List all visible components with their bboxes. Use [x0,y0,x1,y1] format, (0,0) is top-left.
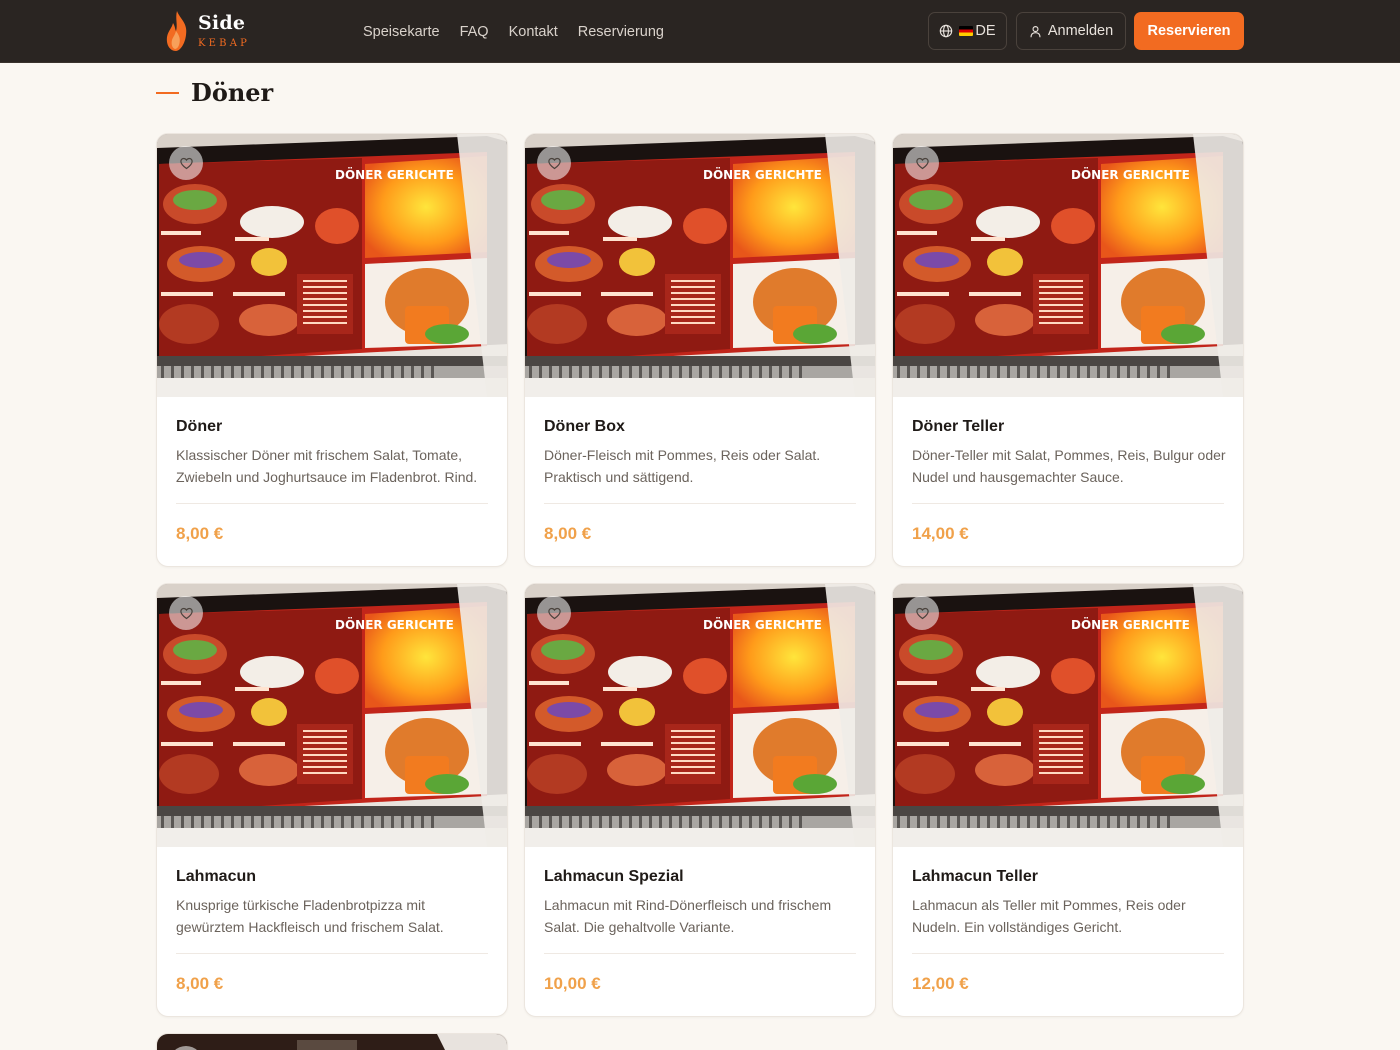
heart-icon [179,157,193,169]
nav-kontakt[interactable]: Kontakt [509,24,558,40]
item-price: 8,00 € [176,524,224,543]
menu-card[interactable]: DÖNER GERICHTE [524,133,876,567]
nav-reservierung[interactable]: Reservierung [578,24,664,40]
flame-icon [166,11,187,51]
item-name: Lahmacun Teller [912,868,1038,885]
item-description: Klassischer Döner mit frischem Salat, To… [176,447,478,485]
heart-icon [179,607,193,619]
item-price: 8,00 € [176,974,224,993]
reserve-button[interactable]: Reservieren [1134,12,1244,50]
item-price: 10,00 € [544,974,601,993]
heart-icon [547,607,561,619]
card-divider [176,503,488,504]
signage-heading: DÖNER GERICHTE [1071,167,1190,182]
signage-heading: DÖNER GERICHTE [1071,617,1190,632]
nav-speisekarte[interactable]: Speisekarte [363,24,440,40]
section-title: Döner [191,78,274,107]
nav-faq[interactable]: FAQ [460,24,489,40]
language-label: DE [975,23,996,39]
main-nav: Speisekarte FAQ Kontakt Reservierung [363,0,684,63]
signage-heading: DÖNER GERICHTE [335,617,454,632]
card-divider [912,503,1224,504]
menu-card-partial[interactable] [156,1033,508,1050]
item-description: Döner-Teller mit Salat, Pommes, Reis, Bu… [912,447,1226,485]
menu-card[interactable]: DÖNER GERICHTE [524,583,876,1017]
german-flag-icon [959,26,974,36]
item-description: Knusprige türkische Fladenbrotpizza mit … [176,897,444,935]
user-icon [1030,25,1041,37]
card-divider [544,953,856,954]
section-accent-line [156,92,179,94]
item-name: Döner Box [544,418,625,435]
food-photo: DÖNER GERICHTE [525,584,875,847]
item-description: Lahmacun als Teller mit Pommes, Reis ode… [912,897,1186,935]
food-photo: DÖNER GERICHTE [157,584,507,847]
food-photo [157,1034,507,1050]
brand-logo[interactable]: Side KEBAP [164,8,264,54]
heart-icon [915,157,929,169]
food-photo: DÖNER GERICHTE [157,134,507,397]
globe-icon [940,24,953,38]
item-price: 8,00 € [544,524,592,543]
card-divider [176,953,488,954]
food-photo: DÖNER GERICHTE [525,134,875,397]
login-button[interactable]: Anmelden [1016,12,1126,50]
heart-icon [915,607,929,619]
favorite-button[interactable] [169,146,203,180]
favorite-button[interactable] [537,146,571,180]
language-selector[interactable]: DE [928,12,1007,50]
item-name: Döner [176,418,223,435]
item-name: Lahmacun Spezial [544,868,684,885]
food-photo: DÖNER GERICHTE [893,134,1243,397]
menu-card[interactable]: DÖNER GERICHTE [156,583,508,1017]
item-name: Döner Teller [912,418,1005,435]
top-navbar: Side KEBAP Speisekarte FAQ Kontakt Reser… [0,0,1400,63]
menu-card[interactable]: DÖNER GERICHTE [892,583,1244,1017]
login-label: Anmelden [1047,23,1114,39]
signage-heading: DÖNER GERICHTE [703,167,822,182]
favorite-button[interactable] [537,596,571,630]
menu-card[interactable]: DÖNER GERICHTE [156,133,508,567]
item-description: Döner-Fleisch mit Pommes, Reis oder Sala… [544,447,821,485]
card-divider [912,953,1224,954]
heart-icon [547,157,561,169]
food-photo: DÖNER GERICHTE [893,584,1243,847]
signage-heading: DÖNER GERICHTE [703,617,822,632]
menu-card[interactable]: DÖNER GERICHTE [892,133,1244,567]
favorite-button[interactable] [905,146,939,180]
item-price: 14,00 € [912,524,969,543]
favorite-button[interactable] [905,596,939,630]
brand-name: Side [198,11,246,34]
signage-heading: DÖNER GERICHTE [335,167,454,182]
card-divider [544,503,856,504]
favorite-button[interactable] [169,596,203,630]
item-description: Lahmacun mit Rind-Dönerfleisch und frisc… [544,897,832,935]
brand-tagline: KEBAP [198,37,251,49]
item-name: Lahmacun [176,868,257,885]
item-price: 12,00 € [912,974,969,993]
